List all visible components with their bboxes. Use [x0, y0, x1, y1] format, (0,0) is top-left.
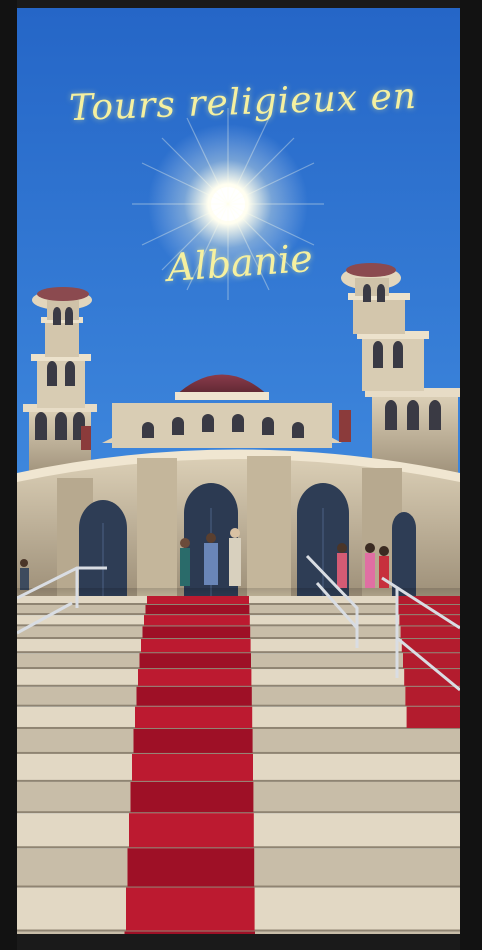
red-carpet [145, 605, 250, 615]
side-carpet [405, 686, 460, 706]
red-carpet [126, 887, 255, 931]
red-carpet [135, 706, 253, 728]
red-carpet [124, 931, 255, 934]
side-carpet [397, 596, 460, 604]
red-carpet [144, 615, 250, 626]
right-dark-margin [460, 0, 482, 950]
red-carpet [129, 813, 254, 848]
side-carpet [400, 626, 460, 639]
red-carpet [142, 626, 251, 639]
red-carpet [127, 848, 255, 887]
staircase [17, 596, 460, 934]
red-carpet [139, 653, 251, 669]
red-carpet [132, 753, 253, 781]
church-photo [17, 8, 460, 934]
red-carpet [138, 669, 252, 686]
red-carpet [136, 686, 252, 706]
side-carpet [406, 706, 460, 728]
red-carpet [147, 596, 249, 604]
photo-frame: Tours religieux en Albanie [17, 8, 460, 934]
church-facade [17, 449, 460, 600]
red-carpet [130, 781, 254, 813]
left-dark-margin [0, 0, 17, 950]
red-carpet [141, 639, 251, 653]
red-carpet [133, 728, 253, 753]
